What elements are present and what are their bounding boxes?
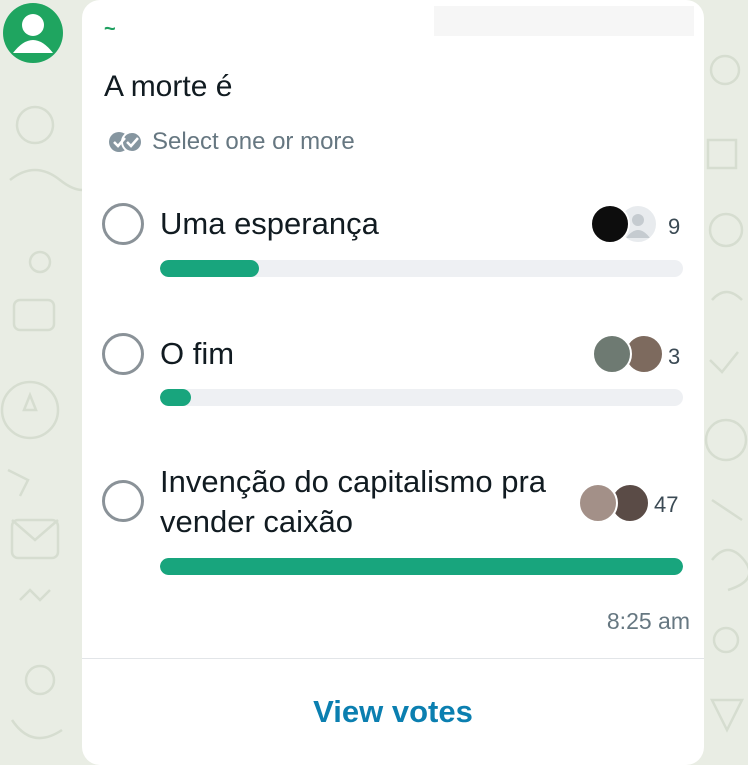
vote-count: 47	[654, 492, 679, 517]
person-silhouette-icon	[13, 14, 53, 53]
select-hint: Select one or more	[108, 128, 355, 156]
voter-avatar-icon	[592, 334, 632, 374]
view-votes-button[interactable]: View votes	[82, 694, 704, 730]
voter-avatar-icon	[590, 204, 630, 244]
vote-count: 3	[668, 344, 681, 369]
vote-progress-fill	[160, 260, 260, 277]
voter-avatar-icon	[578, 483, 618, 523]
double-check-icon	[109, 131, 143, 153]
voter-avatars[interactable]	[592, 334, 668, 376]
poll-option[interactable]: O fim 3	[82, 330, 704, 410]
message-timestamp: 8:25 am	[606, 608, 690, 634]
vote-progress-fill	[160, 389, 192, 406]
poll-option[interactable]: Invenção do capitalismo pra vender caixã…	[82, 462, 704, 582]
poll-option-radio[interactable]	[102, 480, 144, 522]
poll-option-radio[interactable]	[102, 333, 144, 375]
redacted-sender-info	[434, 6, 694, 36]
vote-progress-fill	[160, 558, 683, 575]
vote-count: 9	[668, 214, 681, 239]
voter-avatars[interactable]	[590, 204, 666, 246]
poll-option-label: O fim	[160, 336, 235, 371]
select-hint-text: Select one or more	[152, 128, 355, 155]
poll-option[interactable]: Uma esperança 9	[82, 200, 704, 280]
default-user-avatar-icon[interactable]	[3, 3, 63, 63]
voter-avatars[interactable]	[578, 483, 654, 525]
poll-message-bubble: ~ A morte é Select one or more Uma esper…	[82, 0, 704, 765]
poll-option-radio[interactable]	[102, 203, 144, 245]
vote-progress-track	[160, 558, 683, 575]
vote-progress-track	[160, 389, 683, 406]
vote-progress-track	[160, 260, 683, 277]
poll-question: A morte é	[104, 70, 233, 103]
poll-option-label: Uma esperança	[160, 206, 379, 241]
divider	[82, 658, 704, 659]
poll-option-label: Invenção do capitalismo pra vender caixã…	[160, 464, 547, 539]
sender-name[interactable]: ~	[104, 18, 116, 41]
